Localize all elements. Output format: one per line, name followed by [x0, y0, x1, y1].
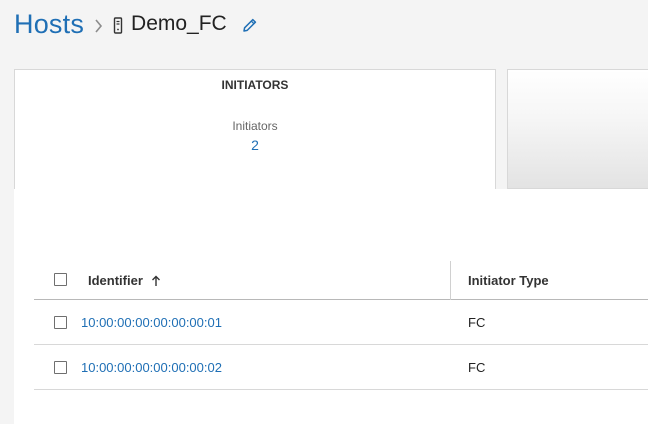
- table-header-row: Identifier Initiator Type: [34, 261, 648, 300]
- column-header-initiator-type[interactable]: Initiator Type: [468, 273, 549, 288]
- breadcrumb-hosts-link[interactable]: Hosts: [14, 9, 84, 40]
- pencil-icon[interactable]: [241, 15, 258, 34]
- initiator-type-cell: FC: [468, 315, 486, 330]
- initiators-summary-card[interactable]: INITIATORS Initiators 2: [14, 69, 496, 189]
- table-row: 10:00:00:00:00:00:00:01 FC: [34, 300, 648, 345]
- initiators-table: Identifier Initiator Type 10:00:00:00:00…: [34, 261, 648, 390]
- chevron-right-icon: [94, 16, 103, 33]
- initiators-count-label: Initiators: [232, 119, 278, 133]
- row-checkbox[interactable]: [54, 316, 67, 329]
- server-icon: [113, 15, 123, 34]
- secondary-summary-card[interactable]: [507, 69, 648, 189]
- column-header-identifier-label: Identifier: [88, 273, 143, 288]
- initiators-panel: Identifier Initiator Type 10:00:00:00:00…: [14, 189, 648, 424]
- select-all-checkbox[interactable]: [54, 273, 67, 286]
- column-header-identifier[interactable]: Identifier: [88, 273, 161, 288]
- initiator-type-cell: FC: [468, 360, 486, 375]
- initiator-identifier-link[interactable]: 10:00:00:00:00:00:00:02: [81, 360, 222, 375]
- initiators-count-value[interactable]: 2: [15, 137, 495, 153]
- column-resize-handle[interactable]: [450, 261, 451, 300]
- page-title: Demo_FC: [131, 12, 227, 35]
- row-checkbox[interactable]: [54, 361, 67, 374]
- table-row: 10:00:00:00:00:00:00:02 FC: [34, 345, 648, 390]
- breadcrumb: Hosts Demo_FC: [14, 4, 258, 44]
- arrow-up-icon[interactable]: [151, 275, 161, 287]
- initiator-identifier-link[interactable]: 10:00:00:00:00:00:00:01: [81, 315, 222, 330]
- card-title: INITIATORS: [221, 78, 289, 92]
